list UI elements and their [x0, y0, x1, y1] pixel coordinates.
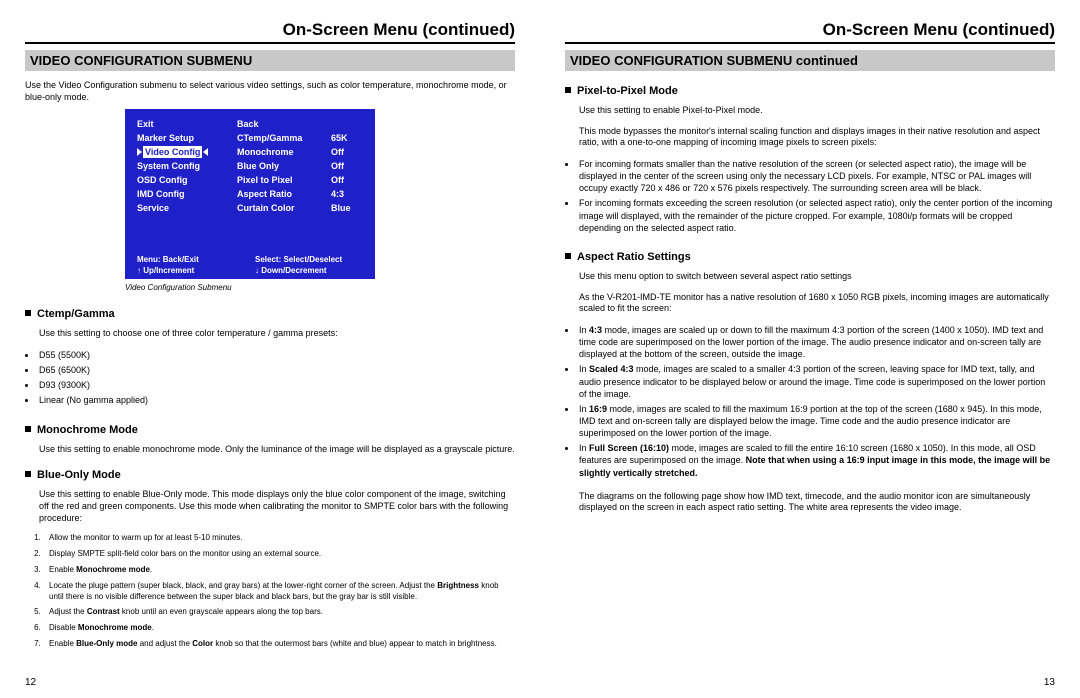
subhead-p2p: Pixel-to-Pixel Mode — [565, 85, 1055, 97]
arrow-right-icon — [137, 148, 142, 156]
page-title-rule: On-Screen Menu (continued) — [565, 20, 1055, 44]
list-item: In Scaled 4:3 mode, images are scaled to… — [577, 363, 1055, 399]
bullet-square-icon — [25, 471, 31, 477]
intro-text: Use the Video Configuration submenu to s… — [25, 80, 515, 103]
page-title: On-Screen Menu (continued) — [565, 20, 1055, 42]
subhead-aspect: Aspect Ratio Settings — [565, 251, 1055, 263]
p2p-t1: Use this setting to enable Pixel-to-Pixe… — [579, 105, 1055, 117]
subhead-ctemp: Ctemp/Gamma — [25, 308, 515, 320]
osd-help: Menu: Back/ExitSelect: Select/Deselect ↑… — [133, 253, 367, 275]
osd-screenshot: ExitBack Marker SetupCTemp/Gamma65K Vide… — [125, 109, 375, 279]
osd-caption: Video Configuration Submenu — [125, 283, 515, 292]
osd-screenshot-wrap: ExitBack Marker SetupCTemp/Gamma65K Vide… — [125, 109, 515, 300]
blue-text: Use this setting to enable Blue-Only mod… — [39, 489, 515, 524]
bullet-square-icon — [565, 253, 571, 259]
step: Enable Monochrome mode. — [43, 565, 515, 576]
list-item: In Full Screen (16:10) mode, images are … — [577, 442, 1055, 478]
page-right: On-Screen Menu (continued) VIDEO CONFIGU… — [540, 0, 1080, 698]
mono-text: Use this setting to enable monochrome mo… — [39, 444, 515, 456]
ctemp-text: Use this setting to choose one of three … — [39, 328, 515, 340]
osd-col-mid: Back — [237, 119, 331, 129]
page-number: 13 — [565, 677, 1055, 688]
aspect-t2: As the V-R201-IMD-TE monitor has a nativ… — [579, 292, 1055, 315]
aspect-t3: The diagrams on the following page show … — [579, 491, 1055, 514]
bullet-square-icon — [25, 426, 31, 432]
blue-steps: Allow the monitor to warm up for at leas… — [43, 533, 515, 654]
page-left: On-Screen Menu (continued) VIDEO CONFIGU… — [0, 0, 540, 698]
subhead-blue: Blue-Only Mode — [25, 469, 515, 481]
page-title-rule: On-Screen Menu (continued) — [25, 20, 515, 44]
p2p-t2: This mode bypasses the monitor's interna… — [579, 126, 1055, 149]
step: Disable Monochrome mode. — [43, 623, 515, 634]
section-heading: VIDEO CONFIGURATION SUBMENU continued — [565, 50, 1055, 71]
bullet-square-icon — [25, 310, 31, 316]
p2p-list: For incoming formats smaller than the na… — [577, 158, 1055, 237]
list-item: In 16:9 mode, images are scaled to fill … — [577, 403, 1055, 439]
step: Display SMPTE split-field color bars on … — [43, 549, 515, 560]
step: Locate the pluge pattern (super black, b… — [43, 581, 515, 603]
ctemp-list: D55 (5500K) D65 (6500K) D93 (9300K) Line… — [37, 349, 515, 410]
section-heading: VIDEO CONFIGURATION SUBMENU — [25, 50, 515, 71]
page-title: On-Screen Menu (continued) — [25, 20, 515, 42]
step: Adjust the Contrast knob until an even g… — [43, 607, 515, 618]
subhead-mono: Monochrome Mode — [25, 424, 515, 436]
aspect-t1: Use this menu option to switch between s… — [579, 271, 1055, 283]
aspect-list: In 4:3 mode, images are scaled up or dow… — [577, 324, 1055, 482]
step: Allow the monitor to warm up for at leas… — [43, 533, 515, 544]
step: Enable Blue-Only mode and adjust the Col… — [43, 639, 515, 650]
list-item: In 4:3 mode, images are scaled up or dow… — [577, 324, 1055, 360]
bullet-square-icon — [565, 87, 571, 93]
osd-col-left: Exit — [133, 119, 237, 129]
page-number: 12 — [25, 677, 515, 688]
arrow-left-icon — [203, 148, 208, 156]
osd-selected-left: Video Config — [133, 146, 237, 158]
